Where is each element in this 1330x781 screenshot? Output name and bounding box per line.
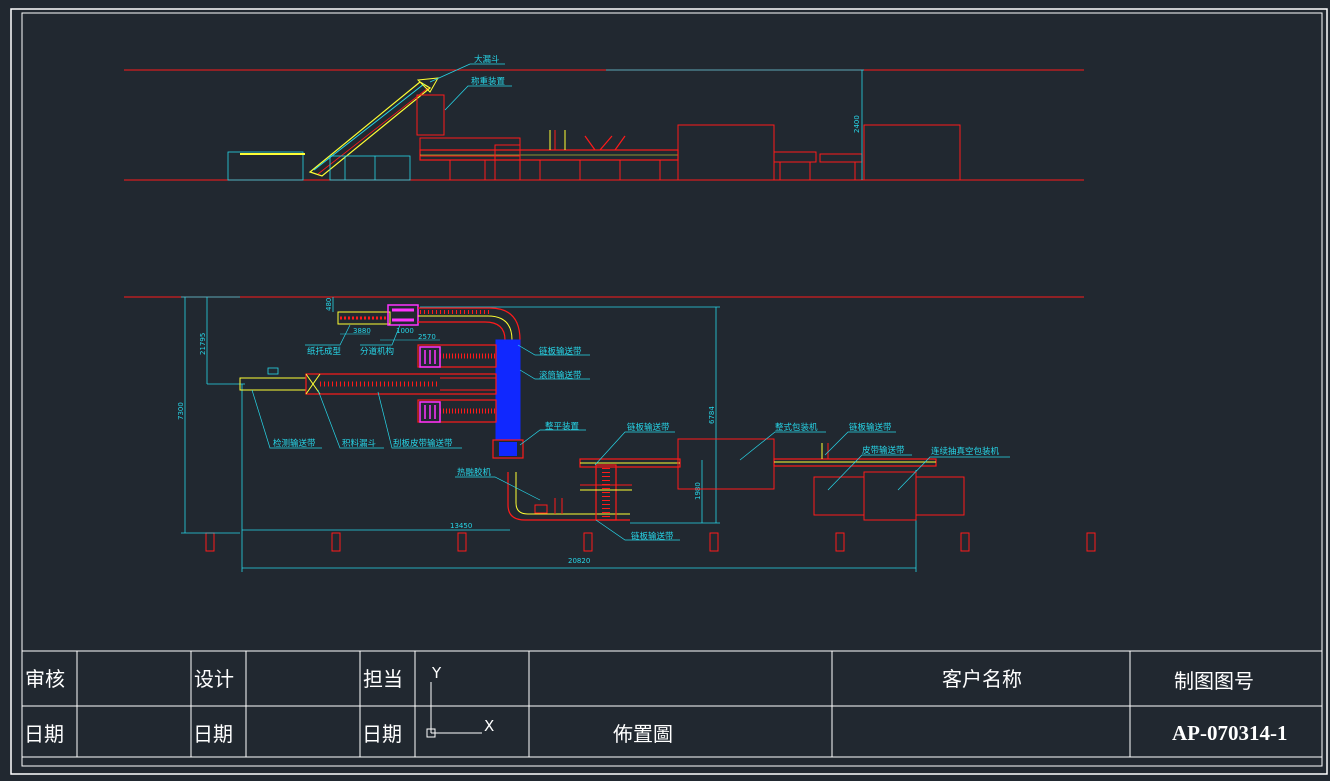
big-hopper-label: 大漏斗 [474,54,500,65]
review-label: 审核 [25,667,65,691]
dim-13450: 13450 [450,522,472,530]
ucs-axis-icon: Y X [426,664,494,738]
inner-frame [21,12,1323,767]
dim-480: 480 [325,298,333,311]
drawing-number: AP-070314-1 [1172,721,1287,745]
customer-name-label: 客户名称 [942,667,1022,691]
date-label-1: 日期 [24,722,64,746]
drawing-no-label: 制图图号 [1174,669,1254,693]
chain-conveyor-bottom-label: 链板输送带 [631,531,674,542]
axis-x-label: X [484,717,494,735]
vacuum-packer-label: 连续抽真空包装机 [931,446,1000,457]
elevation-view: 2400 大漏斗 称重装置 [124,54,1084,181]
dim-7300: 7300 [177,402,185,420]
weighing-box [416,94,445,136]
lane-divider-label: 分道机构 [360,346,394,357]
dim-20820: 20820 [568,557,590,565]
leveling-device-label: 整平装置 [545,421,580,432]
height-dim: 2400 [853,115,861,133]
scraper-belt-label: 刮板皮带输送带 [393,438,453,449]
cad-drawing: 2400 大漏斗 称重装置 7300 21795 13450 20820 678… [10,8,1328,775]
packer-box [677,124,775,181]
dim-2570: 2570 [418,333,436,341]
dim-21795: 21795 [199,333,207,355]
date-label-2: 日期 [193,722,233,746]
plan-view: 7300 21795 13450 20820 6784 1980 480 388… [124,296,1096,572]
vacuum-packer-box [863,124,961,181]
roller-conveyor-label: 滚筒输送带 [539,370,582,381]
title-block: 审核 设计 担当 日期 日期 日期 Y X 客户名称 制图图号 佈置圖 AP-0… [22,650,1322,758]
weighing-device-label: 称重装置 [471,76,506,87]
pillow-packer [677,438,775,490]
drawing-title: 佈置圖 [613,722,673,746]
dim-6784: 6784 [708,406,716,424]
hot-glue-label: 热融胶机 [457,467,492,478]
chain-conveyor-1-label: 链板输送带 [539,346,582,357]
date-label-3: 日期 [362,722,402,746]
tray-former-label: 纸托成型 [307,346,342,357]
dim-3880: 3880 [353,327,371,335]
accumulation-hopper-label: 积料漏斗 [342,438,377,449]
inspection-conveyor-label: 检测输送带 [273,438,316,449]
dim-1980: 1980 [694,482,702,500]
belt-conveyor-label: 皮带输送带 [862,445,905,456]
chain-conveyor-3-label: 链板输送带 [849,422,892,433]
roller-conveyor [495,339,521,441]
axis-y-label: Y [431,664,442,682]
chain-conveyor-2-label: 链板输送带 [627,422,670,433]
incline-conveyor [308,81,432,177]
pillow-packer-label: 整式包装机 [775,422,818,433]
lane-divider [387,304,419,326]
responsible-label: 担当 [363,667,403,691]
design-label: 设计 [194,667,234,691]
